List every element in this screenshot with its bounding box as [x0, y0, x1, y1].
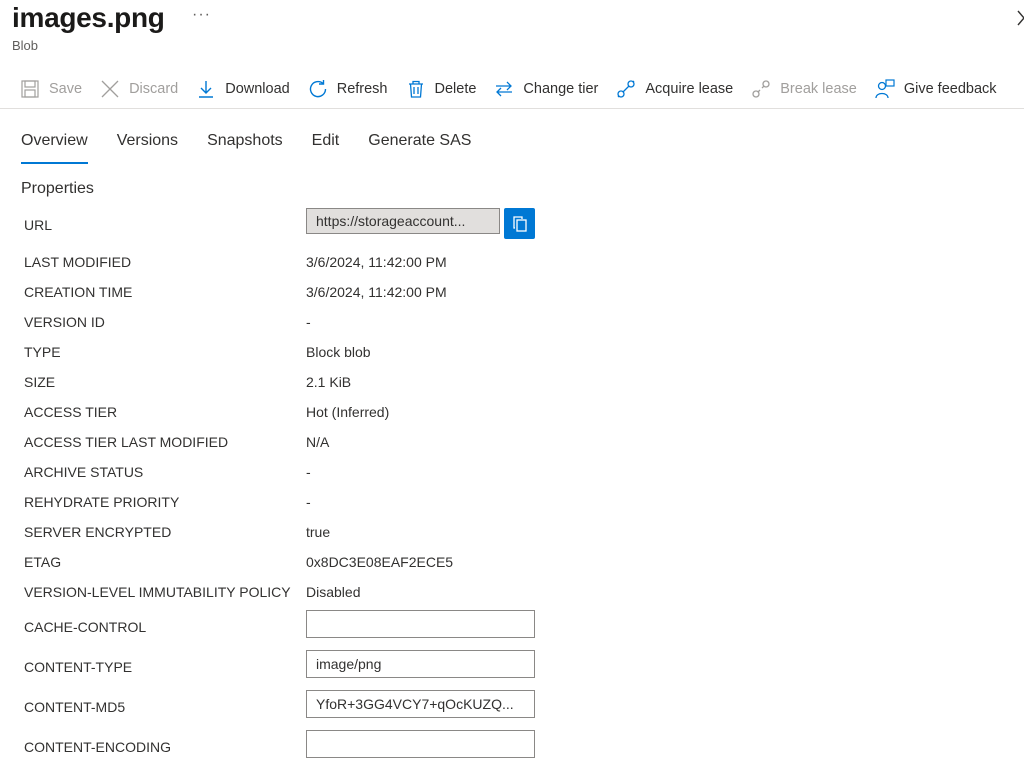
immutability-policy-label: VERSION-LEVEL IMMUTABILITY POLICY: [24, 584, 291, 600]
change-tier-button[interactable]: Change tier: [494, 75, 598, 103]
change-tier-label: Change tier: [523, 81, 599, 97]
refresh-button[interactable]: Refresh: [308, 75, 388, 103]
type-label: TYPE: [24, 344, 61, 360]
access-tier-last-modified-value: N/A: [306, 434, 330, 450]
url-label: URL: [24, 217, 53, 233]
size-value: 2.1 KiB: [306, 374, 352, 390]
tab-versions[interactable]: Versions: [117, 132, 178, 162]
download-label: Download: [225, 81, 290, 97]
page-subtitle: Blob: [12, 38, 39, 53]
content-encoding-input[interactable]: [306, 730, 535, 758]
blade-header: images.png: [12, 0, 165, 36]
break-lease-label: Break lease: [780, 81, 857, 97]
server-encrypted-value: true: [306, 524, 331, 540]
url-field[interactable]: https://storageaccount...: [306, 208, 500, 234]
last-modified-label: LAST MODIFIED: [24, 254, 132, 270]
acquire-lease-button[interactable]: Acquire lease: [616, 75, 733, 103]
refresh-label: Refresh: [336, 81, 388, 97]
discard-button[interactable]: Discard: [100, 75, 178, 103]
close-icon: [100, 79, 120, 99]
delete-label: Delete: [434, 81, 477, 97]
type-value: Block blob: [306, 344, 371, 360]
link-icon: [616, 79, 636, 99]
tab-overview[interactable]: Overview: [21, 132, 88, 164]
give-feedback-button[interactable]: Give feedback: [875, 75, 997, 103]
chevron-right-icon[interactable]: [1014, 8, 1024, 28]
save-icon: [20, 79, 40, 99]
content-md5-input[interactable]: YfoR+3GG4VCY7+qOcKUZQ...: [306, 690, 535, 718]
content-type-input[interactable]: image/png: [306, 650, 535, 678]
copy-icon: [512, 215, 527, 232]
version-id-value: -: [306, 314, 311, 330]
feedback-person-icon: [875, 79, 895, 99]
content-md5-label: CONTENT-MD5: [24, 699, 126, 715]
cache-control-input[interactable]: [306, 610, 535, 638]
archive-status-label: ARCHIVE STATUS: [24, 464, 144, 480]
give-feedback-label: Give feedback: [903, 81, 997, 97]
save-button[interactable]: Save: [20, 75, 82, 103]
download-icon: [196, 79, 216, 99]
archive-status-value: -: [306, 464, 311, 480]
rehydrate-priority-value: -: [306, 494, 311, 510]
discard-label: Discard: [129, 81, 179, 97]
acquire-lease-label: Acquire lease: [645, 81, 734, 97]
toolbar-divider: [0, 108, 1024, 109]
refresh-icon: [308, 79, 328, 99]
server-encrypted-label: SERVER ENCRYPTED: [24, 524, 172, 540]
swap-arrows-icon: [494, 79, 514, 99]
creation-time-label: CREATION TIME: [24, 284, 133, 300]
unlink-icon: [751, 79, 771, 99]
page-title: images.png: [12, 2, 165, 33]
etag-label: ETAG: [24, 554, 62, 570]
tab-snapshots[interactable]: Snapshots: [207, 132, 283, 162]
command-bar: Save Discard Download Refresh Delete Cha…: [20, 75, 1015, 103]
etag-value: 0x8DC3E08EAF2ECE5: [306, 554, 454, 570]
content-encoding-label: CONTENT-ENCODING: [24, 739, 171, 755]
version-id-label: VERSION ID: [24, 314, 105, 330]
copy-button[interactable]: [504, 208, 535, 239]
size-label: SIZE: [24, 374, 56, 390]
section-title: Properties: [21, 180, 94, 197]
access-tier-last-modified-label: ACCESS TIER LAST MODIFIED: [24, 434, 229, 450]
tab-edit[interactable]: Edit: [312, 132, 340, 162]
tab-list: Overview Versions Snapshots Edit Generat…: [21, 132, 500, 164]
download-button[interactable]: Download: [196, 75, 290, 103]
cache-control-label: CACHE-CONTROL: [24, 619, 147, 635]
rehydrate-priority-label: REHYDRATE PRIORITY: [24, 494, 180, 510]
last-modified-value: 3/6/2024, 11:42:00 PM: [306, 254, 447, 270]
content-type-label: CONTENT-TYPE: [24, 659, 133, 675]
more-options-icon[interactable]: ···: [192, 6, 211, 24]
trash-icon: [406, 79, 426, 99]
creation-time-value: 3/6/2024, 11:42:00 PM: [306, 284, 447, 300]
access-tier-label: ACCESS TIER: [24, 404, 118, 420]
immutability-policy-value: Disabled: [306, 584, 361, 600]
delete-button[interactable]: Delete: [406, 75, 477, 103]
break-lease-button[interactable]: Break lease: [751, 75, 857, 103]
save-label: Save: [49, 81, 83, 97]
tab-generate-sas[interactable]: Generate SAS: [368, 132, 471, 162]
access-tier-value: Hot (Inferred): [306, 404, 390, 420]
